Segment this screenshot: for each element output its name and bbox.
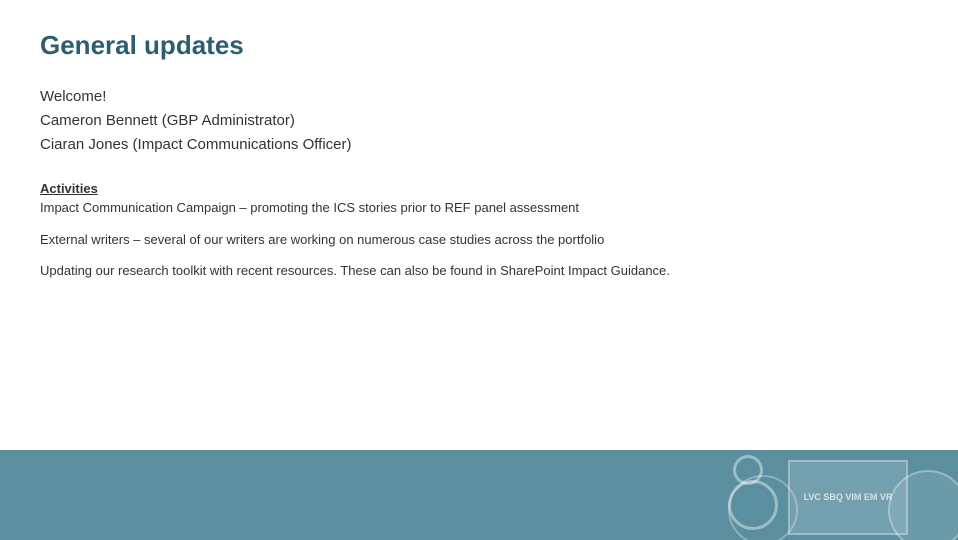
- footer-decoration: LVC SBQ VIM EM VR: [738, 450, 958, 540]
- deco-gear-icon: [733, 455, 763, 485]
- footer-area: LVC SBQ VIM EM VR: [0, 450, 958, 540]
- external-writers-text: External writers – several of our writer…: [40, 230, 918, 250]
- updating-text: Updating our research toolkit with recen…: [40, 261, 918, 281]
- welcome-line-2: Cameron Bennett (GBP Administrator): [40, 109, 918, 133]
- impact-communication-text: Impact Communication Campaign – promotin…: [40, 198, 918, 218]
- page-wrapper: General updates Welcome! Cameron Bennett…: [0, 0, 958, 540]
- page-title: General updates: [40, 30, 918, 61]
- welcome-line-3: Ciaran Jones (Impact Communications Offi…: [40, 133, 918, 157]
- deco-box-text: LVC SBQ VIM EM VR: [804, 491, 893, 504]
- activities-section: Activities Impact Communication Campaign…: [40, 181, 918, 218]
- welcome-line-1: Welcome!: [40, 85, 918, 109]
- content-area: General updates Welcome! Cameron Bennett…: [0, 0, 958, 450]
- activities-label: Activities: [40, 181, 918, 196]
- welcome-block: Welcome! Cameron Bennett (GBP Administra…: [40, 85, 918, 157]
